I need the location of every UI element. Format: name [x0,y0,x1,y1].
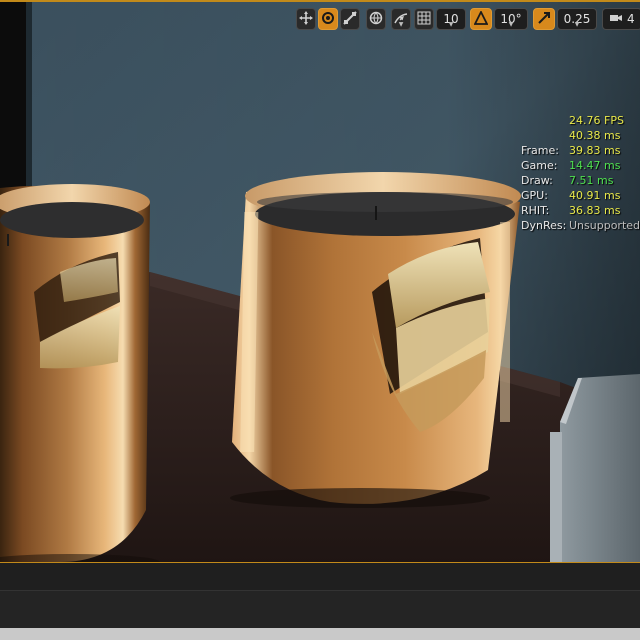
rotation-snap-value[interactable]: 10° ▼ [494,8,528,30]
scale-snap-value[interactable]: 0.25 ▼ [557,8,597,30]
stat-label-gpu: GPU: [521,189,548,202]
move-icon [299,10,313,28]
grid-snap-value[interactable]: 10 ▼ [436,8,466,30]
viewport-bottom-bar [0,562,640,590]
chevron-down-icon: ▼ [398,21,404,28]
scale-snap-button[interactable] [533,8,555,30]
stat-value-draw: 7.51 ms [569,174,614,187]
chevron-down-icon: ▼ [448,21,454,28]
camera-speed-icon [609,12,623,27]
stat-fps: 24.76 FPS [569,114,624,127]
scale-mode-button[interactable] [340,8,360,30]
stat-label-rhit: RHIT: [521,204,550,217]
rotate-icon [321,11,335,28]
rotate-mode-button[interactable] [318,8,338,30]
stat-label-frame: Frame: [521,144,559,157]
stat-value-dynres: Unsupported [569,219,640,232]
rotation-snap-button[interactable] [470,8,492,30]
bottom-panel [0,590,640,629]
viewport-scene [0,2,640,562]
stat-label-draw: Draw: [521,174,553,187]
translate-mode-button[interactable] [296,8,316,30]
stat-frame-time: 40.38 ms [569,129,621,142]
chevron-down-icon: ▼ [508,21,514,28]
stat-value-gpu: 40.91 ms [569,189,621,202]
grid-snap-button[interactable] [414,8,434,30]
status-strip [0,628,640,640]
level-viewport[interactable]: ▼ 10 ▼ 10° ▼ 0.25 ▼ 4 24.76 FPS 40.38 ms… [0,0,640,562]
camera-speed-button[interactable]: 4 [602,8,640,30]
camera-speed-value: 4 [627,12,635,26]
stat-value-frame: 39.83 ms [569,144,621,157]
scale-icon [343,10,357,28]
world-local-toggle[interactable] [366,8,386,30]
grid-icon [417,11,431,28]
stat-value-game: 14.47 ms [569,159,621,172]
world-local-icon [369,11,383,28]
angle-icon [473,9,489,28]
stat-value-rhit: 36.83 ms [569,204,621,217]
editor-window: ▼ 10 ▼ 10° ▼ 0.25 ▼ 4 24.76 FPS 40.38 ms… [0,0,640,640]
surface-snapping-button[interactable]: ▼ [391,8,411,30]
stat-label-dynres: DynRes: [521,219,567,232]
chevron-down-icon: ▼ [574,21,580,28]
stat-label-game: Game: [521,159,558,172]
scale-snap-icon [537,11,551,28]
